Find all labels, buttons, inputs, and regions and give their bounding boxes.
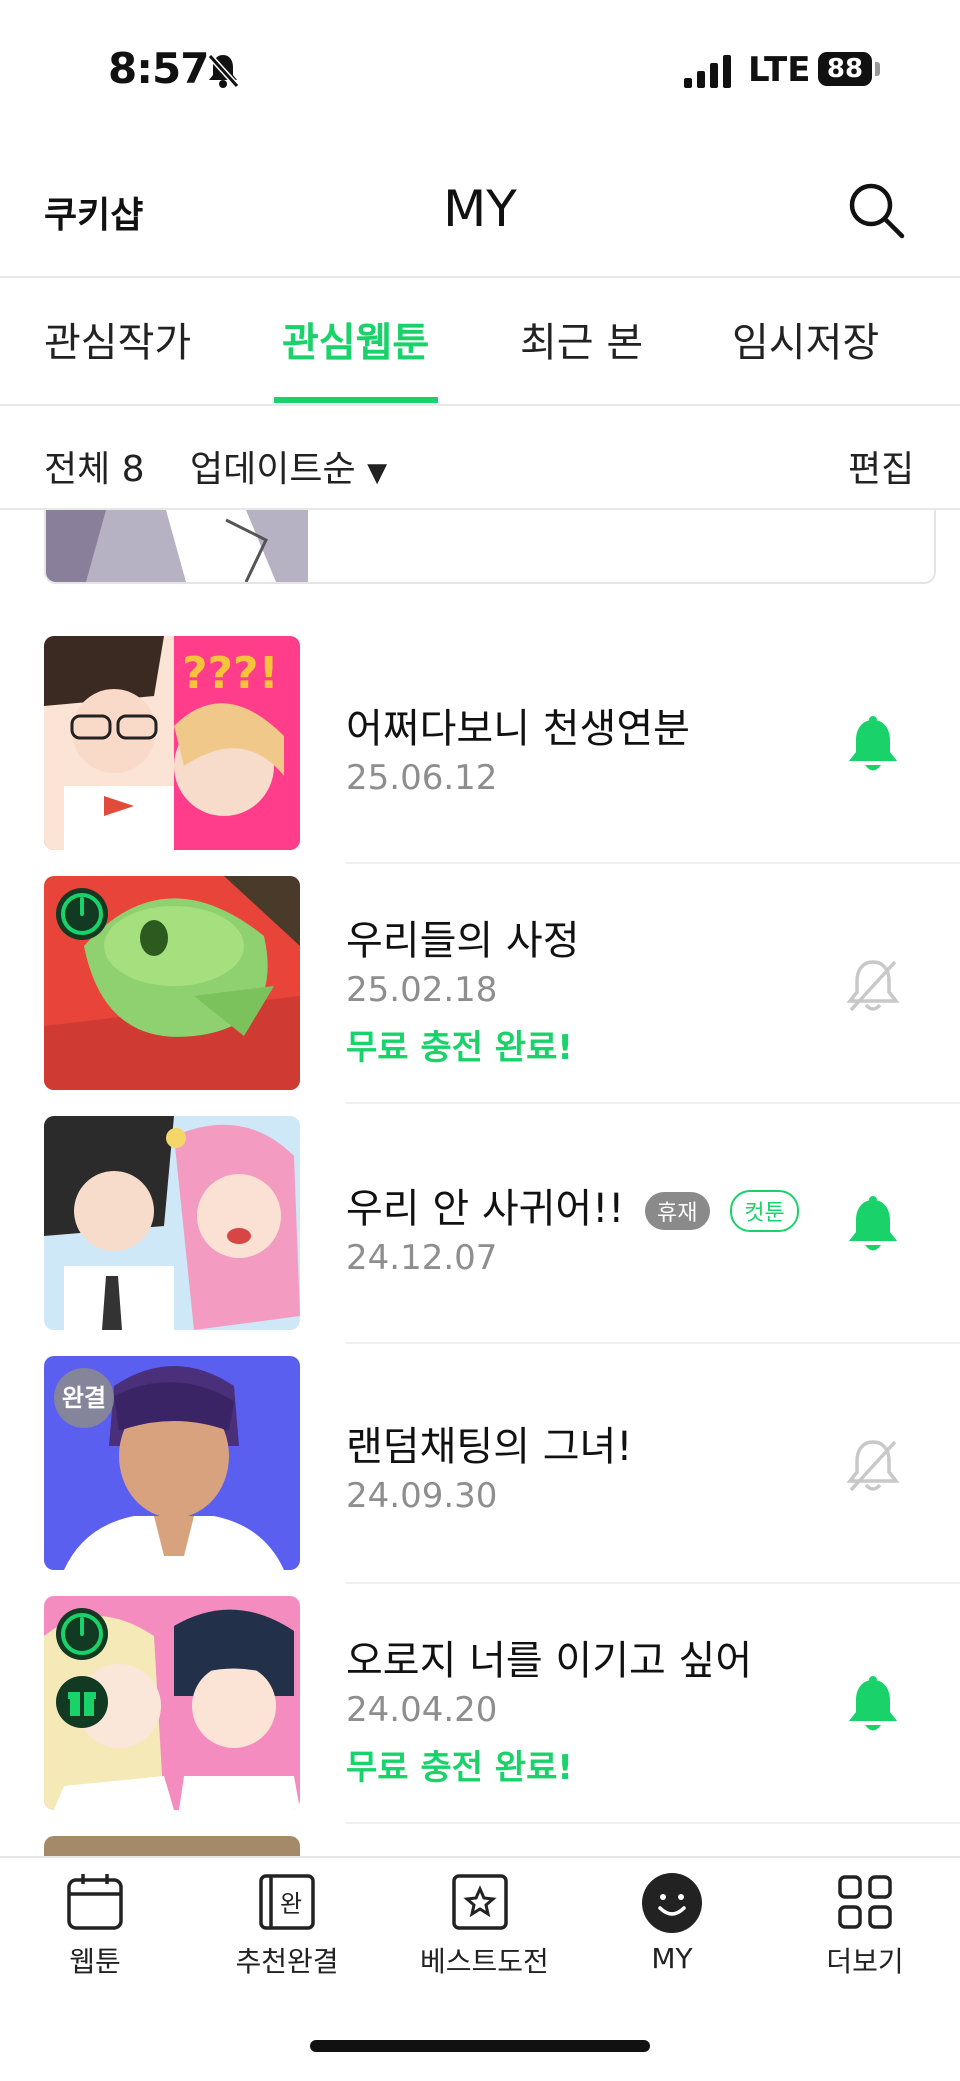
total-count: 전체 8 <box>44 449 145 490</box>
svg-text:???!: ???! <box>182 648 279 699</box>
next-item-thumbnail[interactable] <box>44 1836 300 1856</box>
item-divider <box>346 1342 960 1344</box>
status-time: 8:57 <box>108 44 209 93</box>
star-box-icon <box>452 1874 508 1930</box>
partial-thumbnail <box>46 510 308 582</box>
item-title[interactable]: 우리들의 사정 <box>346 908 580 966</box>
partial-card[interactable] <box>44 510 936 584</box>
nav-label: 추천완결 <box>235 1945 339 1978</box>
thumbnail[interactable]: 완결 <box>44 1356 300 1570</box>
timer-icon <box>56 888 108 940</box>
thumbnail[interactable] <box>44 1596 300 1810</box>
tab-recently-viewed[interactable]: 최근 본 <box>520 310 643 368</box>
sort-label: 업데이트순 <box>190 449 356 490</box>
bell-on-icon[interactable] <box>845 716 901 776</box>
hiatus-badge: 휴재 <box>645 1192 710 1230</box>
item-date: 25.02.18 <box>346 970 498 1010</box>
smile-icon <box>642 1873 702 1933</box>
item-promo: 무료 충전 완료! <box>346 1748 573 1788</box>
book-complete-icon: 완 <box>259 1874 315 1930</box>
thumbnail[interactable]: ???! <box>44 636 300 850</box>
nav-more[interactable]: 더보기 <box>805 1872 925 1982</box>
item-title[interactable]: 어쩌다보니 천생연분 <box>346 696 690 754</box>
item-date: 24.09.30 <box>346 1476 498 1516</box>
tabs-divider <box>0 404 960 406</box>
thumbnail[interactable] <box>44 876 300 1090</box>
active-tab-indicator <box>274 397 438 403</box>
nav-label: 더보기 <box>826 1945 904 1978</box>
nav-webtoon[interactable]: 웹툰 <box>35 1872 155 1982</box>
signal-icon <box>684 55 731 88</box>
completed-badge: 완결 <box>54 1368 114 1428</box>
bell-on-icon[interactable] <box>845 1676 901 1736</box>
bell-off-icon[interactable] <box>845 956 901 1016</box>
nav-label: 웹툰 <box>69 1945 121 1978</box>
nav-label: 베스트도전 <box>420 1945 549 1978</box>
battery-tip <box>875 62 880 76</box>
item-title[interactable]: 오로지 너를 이기고 싶어 <box>346 1628 752 1686</box>
bell-on-icon[interactable] <box>845 1196 901 1256</box>
item-title[interactable]: 우리 안 사귀어!! 휴재 컷툰 <box>346 1176 799 1234</box>
home-indicator[interactable] <box>310 2040 650 2052</box>
item-promo: 무료 충전 완료! <box>346 1028 573 1068</box>
item-divider <box>346 1822 960 1824</box>
completed-badge-label: 완결 <box>61 1384 107 1412</box>
caret-down-icon: ▼ <box>367 458 388 488</box>
item-date: 25.06.12 <box>346 758 498 798</box>
timer-icon <box>56 1608 108 1660</box>
item-title[interactable]: 랜덤채팅의 그녀! <box>346 1414 632 1472</box>
tab-drafts[interactable]: 임시저장 <box>732 310 879 368</box>
network-label: LTE <box>748 50 811 90</box>
gift-icon <box>56 1676 108 1728</box>
item-divider <box>346 1582 960 1584</box>
nav-best-challenge[interactable]: 베스트도전 <box>420 1872 549 1982</box>
item-divider <box>346 862 960 864</box>
cuttoon-badge: 컷툰 <box>730 1190 799 1232</box>
tab-favorite-webtoons[interactable]: 관심웹툰 <box>282 310 429 368</box>
grid-icon <box>838 1875 892 1929</box>
item-date: 24.12.07 <box>346 1238 498 1278</box>
item-divider <box>346 1102 960 1104</box>
bell-off-icon[interactable] <box>845 1436 901 1496</box>
calendar-icon <box>67 1874 123 1930</box>
battery-indicator: 88 <box>818 52 872 86</box>
sort-dropdown[interactable]: 업데이트순 ▼ <box>190 440 387 492</box>
edit-button[interactable]: 편집 <box>848 440 914 492</box>
item-date: 24.04.20 <box>346 1690 498 1730</box>
search-icon[interactable] <box>846 180 906 240</box>
page-title: MY <box>443 180 517 238</box>
item-title-text: 우리 안 사귀어!! <box>346 1186 625 1232</box>
mute-bell-icon <box>207 53 240 89</box>
thumbnail[interactable] <box>44 1116 300 1330</box>
nav-recommended-completed[interactable]: 완 추천완결 <box>227 1872 347 1982</box>
nav-label: MY <box>651 1942 693 1975</box>
nav-my[interactable]: MY <box>612 1872 732 1982</box>
header-divider <box>0 276 960 278</box>
tab-favorite-authors[interactable]: 관심작가 <box>44 310 191 368</box>
book-icon-text: 완 <box>280 1890 302 1918</box>
